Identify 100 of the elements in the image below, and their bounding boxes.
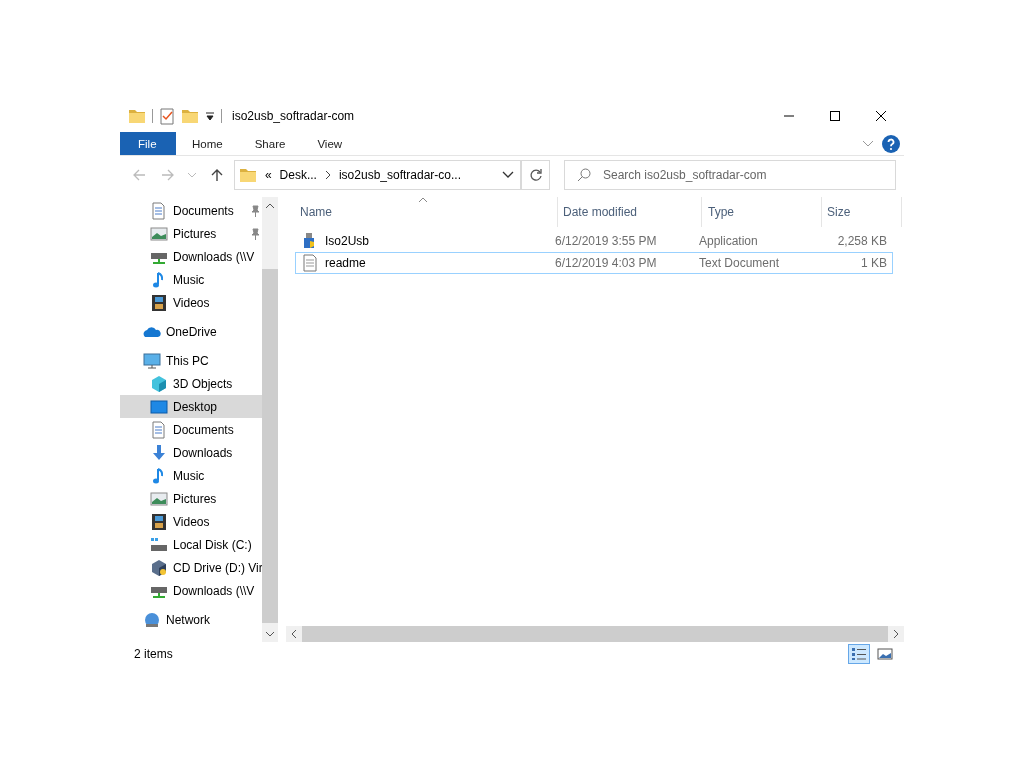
nav-label: Downloads: [173, 445, 233, 460]
up-arrow-icon: [209, 168, 224, 182]
nav-label: Videos: [173, 295, 210, 310]
date-cell-text: 6/12/2019 3:55 PM: [555, 234, 658, 248]
ribbon-tab[interactable]: View: [301, 132, 359, 155]
nav-item[interactable]: This PC: [120, 349, 262, 372]
monitor-icon: [143, 351, 161, 370]
address-bar[interactable]: « Desk... iso2usb_softradar-co...: [233, 160, 522, 190]
nav-label: CD Drive (D:) Vir: [173, 560, 262, 575]
nav-label: Videos: [173, 514, 210, 529]
picture-icon: [150, 489, 168, 508]
desktop-icon: [150, 397, 168, 416]
size-cell-text: 2,258 KB: [836, 234, 887, 248]
column-header[interactable]: Type: [702, 197, 822, 227]
scroll-left-icon[interactable]: [291, 629, 297, 639]
properties-icon[interactable]: [159, 107, 175, 125]
nav-label: OneDrive: [166, 324, 217, 339]
type-cell-text: Application: [699, 234, 759, 248]
cube-icon: [150, 374, 168, 393]
overflow-chevron[interactable]: «: [264, 168, 272, 182]
vertical-scrollbar[interactable]: [262, 197, 278, 642]
nav-item[interactable]: Videos: [120, 291, 262, 314]
nav-item[interactable]: OneDrive: [120, 320, 262, 343]
details-view-icon: [851, 647, 867, 661]
type-cell-text: Text Document: [699, 256, 781, 270]
breadcrumb[interactable]: iso2usb_softradar-co...: [338, 168, 461, 182]
nav-item[interactable]: Pictures: [120, 222, 262, 245]
column-header[interactable]: Size: [822, 197, 902, 227]
disk-drive-icon: [150, 535, 168, 554]
nav-item[interactable]: Documents: [120, 199, 262, 222]
document-icon: [150, 420, 168, 439]
nav-item[interactable]: 3D Objects: [120, 372, 262, 395]
help-icon[interactable]: [882, 134, 900, 153]
nav-label: Pictures: [173, 226, 217, 241]
folder-icon: [238, 166, 257, 184]
nav-label: Network: [166, 612, 210, 627]
nav-label: Music: [173, 272, 205, 287]
chevron-icon: [324, 170, 331, 180]
ribbon-tab[interactable]: Home: [176, 132, 239, 155]
nav-label: Local Disk (C:): [173, 537, 252, 552]
file-row[interactable]: readme 6/12/2019 4:03 PM Text Document 1 KB: [295, 252, 893, 274]
nav-label: This PC: [166, 353, 209, 368]
search-field[interactable]: Search iso2usb_softradar-com: [564, 160, 896, 190]
nav-label: Documents: [173, 203, 234, 218]
ribbon-tab[interactable]: Share: [238, 132, 302, 155]
date-cell-text: 6/12/2019 4:03 PM: [555, 256, 658, 270]
column-header[interactable]: Name: [282, 197, 558, 227]
scroll-up-icon[interactable]: [265, 202, 275, 209]
forward-arrow-icon: [160, 168, 175, 182]
nav-item[interactable]: Network: [120, 608, 262, 631]
expand-ribbon-icon[interactable]: [862, 139, 874, 148]
box-icon: [150, 558, 168, 577]
document-icon: [150, 201, 168, 220]
film-icon: [150, 293, 168, 312]
scroll-down-icon[interactable]: [265, 630, 275, 637]
nav-item[interactable]: Music: [120, 268, 262, 291]
file-row[interactable]: Iso2Usb 6/12/2019 3:55 PM Application 2,258 KB: [295, 230, 893, 252]
picture-icon: [150, 224, 168, 243]
nav-label: Documents: [173, 422, 234, 437]
nav-item[interactable]: Videos: [120, 510, 262, 533]
nav-label: Pictures: [173, 491, 217, 506]
column-header[interactable]: Date modified: [558, 197, 702, 227]
folder-icon[interactable]: [128, 107, 146, 125]
nav-item[interactable]: Downloads (\\V: [120, 245, 262, 268]
file-menu-tab[interactable]: File: [120, 132, 176, 155]
nav-label: Music: [173, 468, 205, 483]
file-name: readme: [325, 256, 366, 270]
scroll-thumb[interactable]: [262, 269, 278, 623]
large-icons-view-icon: [877, 647, 893, 661]
refresh-button[interactable]: [522, 160, 550, 190]
sort-caret-icon: [418, 197, 428, 203]
customize-toolbar-icon[interactable]: [205, 110, 215, 122]
text-file-icon: [301, 254, 319, 272]
nav-item[interactable]: Pictures: [120, 487, 262, 510]
maximize-icon: [830, 111, 840, 121]
refresh-icon: [528, 168, 543, 182]
item-count: 2 items: [134, 647, 173, 661]
nav-item[interactable]: CD Drive (D:) Vir: [120, 556, 262, 579]
film-icon: [150, 512, 168, 531]
close-icon: [876, 111, 886, 121]
nav-item[interactable]: Documents: [120, 418, 262, 441]
window-title: iso2usb_softradar-com: [232, 109, 355, 123]
nav-item[interactable]: Local Disk (C:): [120, 533, 262, 556]
nav-label: Downloads (\\V: [173, 583, 255, 598]
folder-icon[interactable]: [181, 107, 199, 125]
caret-icon: [501, 171, 514, 179]
search-icon: [577, 168, 591, 182]
nav-label: 3D Objects: [173, 376, 233, 391]
nav-item[interactable]: Downloads (\\V: [120, 579, 262, 602]
details-view-button[interactable]: [848, 644, 870, 664]
down-arrow-icon: [150, 443, 168, 462]
nav-label: Desktop: [173, 399, 218, 414]
nav-item[interactable]: Desktop: [120, 395, 262, 418]
nav-item[interactable]: Music: [120, 464, 262, 487]
nav-label: Downloads (\\V: [173, 249, 255, 264]
file-name: Iso2Usb: [325, 234, 370, 248]
size-cell-text: 1 KB: [860, 256, 887, 270]
breadcrumb[interactable]: Desk...: [279, 168, 317, 182]
nav-item[interactable]: Downloads: [120, 441, 262, 464]
scroll-right-icon[interactable]: [893, 629, 899, 639]
